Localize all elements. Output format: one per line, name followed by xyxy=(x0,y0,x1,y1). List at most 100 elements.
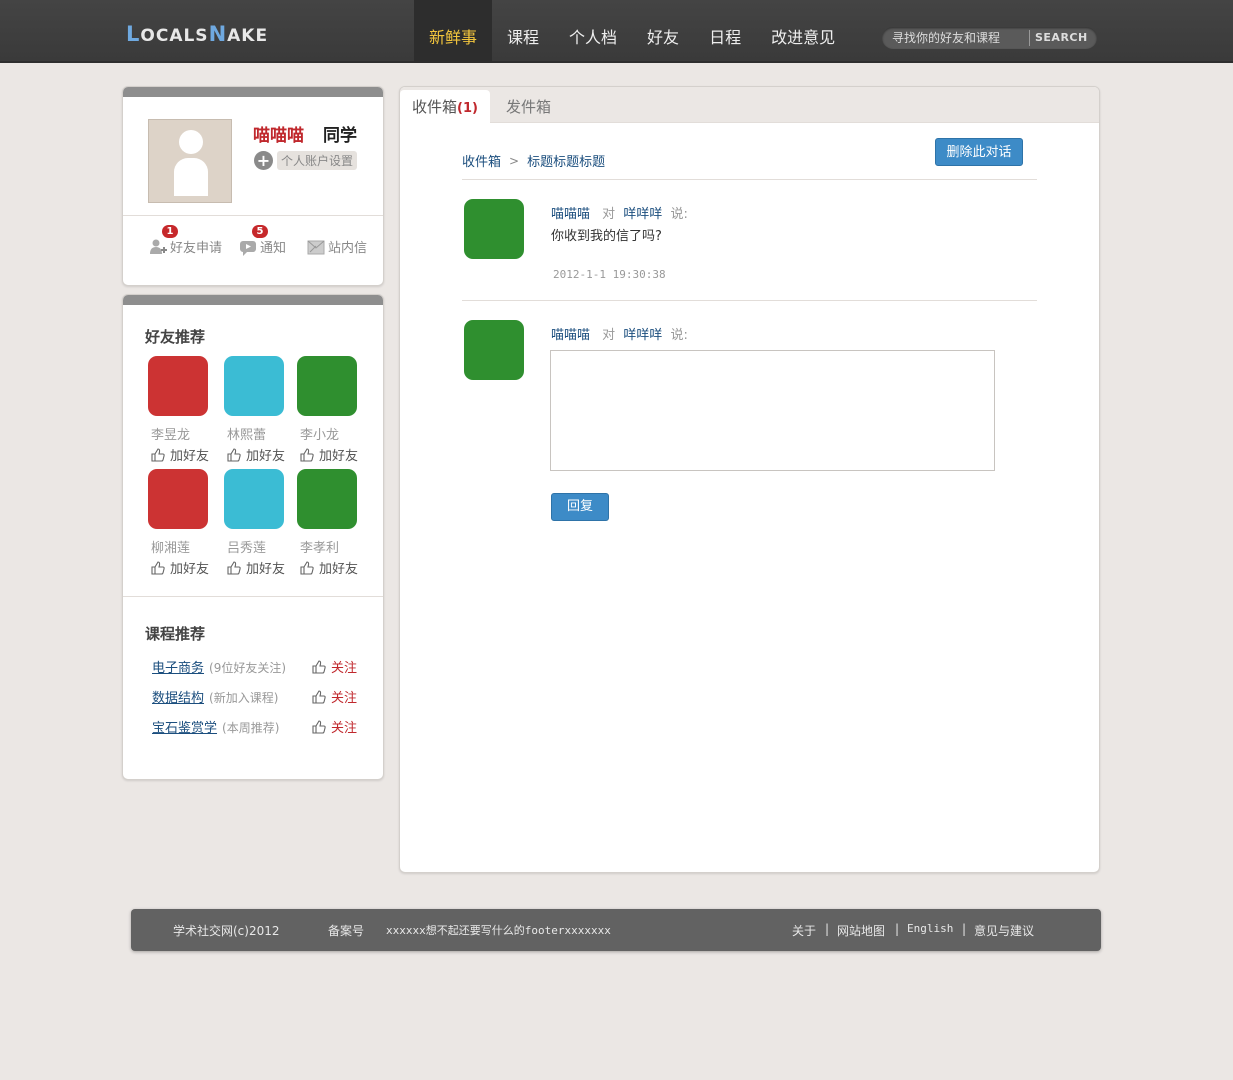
add-friend-button[interactable]: 加好友 xyxy=(148,445,218,464)
friend-avatar[interactable] xyxy=(224,469,284,529)
thumbs-up-icon xyxy=(312,659,326,674)
friend-avatar[interactable] xyxy=(148,356,208,416)
thumbs-up-icon xyxy=(151,560,165,575)
avatar-head-shape xyxy=(179,130,203,154)
reply-header: 喵喵喵 对 咩咩咩 说: xyxy=(551,324,688,343)
sender-name[interactable]: 喵喵喵 xyxy=(551,207,590,222)
footer-icp: 备案号 xyxy=(328,924,365,938)
message-body: 你收到我的信了吗? xyxy=(551,229,662,244)
add-friend-button[interactable]: 加好友 xyxy=(224,445,294,464)
reply-recipient-name[interactable]: 咩咩咩 xyxy=(623,328,662,343)
course-desc: (新加入课程) xyxy=(209,691,279,705)
follow-label: 关注 xyxy=(331,661,358,676)
friend-card: 柳湘莲 加好友 xyxy=(148,469,218,577)
tab-inbox[interactable]: 收件箱(1) xyxy=(400,90,490,124)
add-friend-label: 加好友 xyxy=(170,562,210,577)
friend-card: 李昱龙 加好友 xyxy=(148,356,218,464)
account-settings-label: 个人账户设置 xyxy=(277,151,358,170)
logo-text: OCALS xyxy=(140,26,209,46)
chevron-right-icon: > xyxy=(509,153,520,168)
tab-inbox-label: 收件箱 xyxy=(412,98,458,116)
message-timestamp: 2012-1-1 19:30:38 xyxy=(553,268,666,281)
notifications-label: 通知 xyxy=(260,241,287,256)
friend-avatar[interactable] xyxy=(148,469,208,529)
site-logo[interactable]: LOCALSNAKE xyxy=(126,22,268,46)
message-panel: 收件箱(1) 发件箱 收件箱 > 标题标题标题 删除此对话 喵喵喵 对 咩咩咩 … xyxy=(399,86,1100,873)
footer-link-english[interactable]: English xyxy=(907,922,953,935)
follow-course-button[interactable]: 关注 xyxy=(312,687,357,706)
footer-link-about[interactable]: 关于 xyxy=(792,922,816,939)
reply-button[interactable]: 回复 xyxy=(551,493,609,521)
thumbs-up-icon xyxy=(227,560,241,575)
site-mail-link[interactable]: 站内信 xyxy=(307,237,367,256)
friend-name[interactable]: 李孝利 xyxy=(297,537,367,556)
tab-outbox[interactable]: 发件箱 xyxy=(494,90,563,124)
thumbs-up-icon xyxy=(312,719,326,734)
breadcrumb: 收件箱 > 标题标题标题 xyxy=(462,151,605,171)
account-settings-link[interactable]: + 个人账户设置 xyxy=(254,151,358,170)
profile-panel: 喵喵喵 同学 + 个人账户设置 1 好友申请 5 通知 站内信 xyxy=(122,86,384,286)
notifications-link[interactable]: 5 通知 xyxy=(239,225,287,256)
follow-course-button[interactable]: 关注 xyxy=(312,657,357,676)
add-friend-button[interactable]: 加好友 xyxy=(224,558,294,577)
search-input[interactable] xyxy=(892,27,1027,49)
courses-recommend-title: 课程推荐 xyxy=(145,625,206,643)
nav-item-courses[interactable]: 课程 xyxy=(492,0,554,63)
add-friend-label: 加好友 xyxy=(246,562,286,577)
reply-sender-name[interactable]: 喵喵喵 xyxy=(551,328,590,343)
nav-item-schedule[interactable]: 日程 xyxy=(694,0,756,63)
to-word: 对 xyxy=(602,328,616,343)
add-friend-button[interactable]: 加好友 xyxy=(297,445,367,464)
course-desc: (本周推荐) xyxy=(222,721,280,735)
friend-name[interactable]: 吕秀莲 xyxy=(224,537,294,556)
reply-avatar[interactable] xyxy=(464,320,524,380)
nav-item-profile[interactable]: 个人档 xyxy=(554,0,632,63)
friend-name[interactable]: 林熙蕾 xyxy=(224,424,294,443)
friend-requests-link[interactable]: 1 好友申请 xyxy=(149,225,222,256)
inbox-unread-count: (1) xyxy=(457,101,478,116)
course-name-link[interactable]: 电子商务 xyxy=(152,661,204,676)
add-friend-label: 加好友 xyxy=(170,449,210,464)
friend-avatar[interactable] xyxy=(297,356,357,416)
footer-link-sitemap[interactable]: 网站地图 xyxy=(837,922,885,939)
divider xyxy=(462,179,1037,180)
add-friend-label: 加好友 xyxy=(319,562,359,577)
add-friend-button[interactable]: 加好友 xyxy=(297,558,367,577)
course-name-link[interactable]: 数据结构 xyxy=(152,691,204,706)
breadcrumb-inbox-link[interactable]: 收件箱 xyxy=(462,151,501,170)
footer-link-feedback[interactable]: 意见与建议 xyxy=(974,922,1034,939)
panel-header-bar xyxy=(123,295,383,305)
sender-avatar[interactable] xyxy=(464,199,524,259)
course-item: 宝石鉴赏学 (本周推荐) 关注 xyxy=(152,717,362,736)
friend-requests-badge: 1 xyxy=(162,225,178,238)
add-friend-button[interactable]: 加好友 xyxy=(148,558,218,577)
friend-card: 李小龙 加好友 xyxy=(297,356,367,464)
recommendation-panel: 好友推荐 李昱龙 加好友 林熙蕾 加好友 李小龙 加好友 柳湘莲 加好友 吕秀莲… xyxy=(122,294,384,780)
follow-course-button[interactable]: 关注 xyxy=(312,717,357,736)
user-name[interactable]: 喵喵喵 xyxy=(253,121,304,146)
delete-conversation-button[interactable]: 删除此对话 xyxy=(935,138,1023,166)
friend-avatar[interactable] xyxy=(224,356,284,416)
nav-item-feedback[interactable]: 改进意见 xyxy=(756,0,850,63)
logo-letter: L xyxy=(126,22,141,46)
main-nav: 新鲜事 课程 个人档 好友 日程 改进意见 xyxy=(414,0,850,63)
thumbs-up-icon xyxy=(227,447,241,462)
reply-textarea[interactable] xyxy=(550,350,995,471)
friend-name[interactable]: 柳湘莲 xyxy=(148,537,218,556)
nav-item-friends[interactable]: 好友 xyxy=(632,0,694,63)
mailbox-tabs: 收件箱(1) 发件箱 xyxy=(400,87,1099,124)
friend-avatar[interactable] xyxy=(297,469,357,529)
friend-name[interactable]: 李小龙 xyxy=(297,424,367,443)
search-button[interactable]: Search xyxy=(1035,27,1088,49)
thumbs-up-icon xyxy=(312,689,326,704)
recipient-name[interactable]: 咩咩咩 xyxy=(623,207,662,222)
footer: 学术社交网(c)2012 备案号 xxxxxx想不起还要写什么的footerxx… xyxy=(131,909,1101,951)
friend-name[interactable]: 李昱龙 xyxy=(148,424,218,443)
nav-item-news[interactable]: 新鲜事 xyxy=(414,0,493,63)
divider xyxy=(123,596,383,597)
search-divider xyxy=(1029,30,1030,46)
course-name-link[interactable]: 宝石鉴赏学 xyxy=(152,721,217,736)
says-word: 说: xyxy=(670,328,688,343)
avatar[interactable] xyxy=(148,119,232,203)
follow-label: 关注 xyxy=(331,691,358,706)
